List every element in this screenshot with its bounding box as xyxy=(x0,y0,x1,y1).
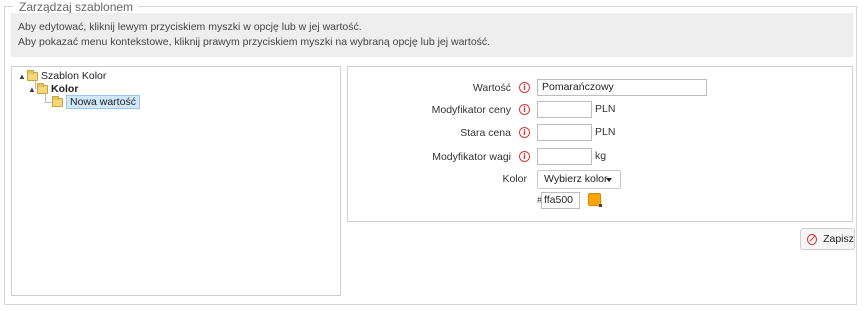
tree-node-root[interactable]: ▲ Szablon Kolor xyxy=(18,69,106,82)
info-box: Aby edytować, kliknij lewym przyciskiem … xyxy=(11,13,853,57)
tree-node-label[interactable]: Szablon Kolor xyxy=(41,70,106,82)
template-tree: ▲ Szablon Kolor ▲ Kolor Nowa wartość xyxy=(11,66,341,296)
folder-icon xyxy=(37,82,48,94)
info-line-1: Aby edytować, kliknij lewym przyciskiem … xyxy=(18,21,362,33)
save-icon xyxy=(807,233,818,245)
tree-node-nowa-wartosc[interactable]: Nowa wartość xyxy=(52,95,140,109)
info-icon[interactable]: i xyxy=(519,151,530,162)
tree-node-label[interactable]: Kolor xyxy=(51,83,78,95)
info-icon[interactable]: i xyxy=(519,127,530,138)
old-price-label: Stara cena xyxy=(460,127,511,139)
value-input[interactable]: Pomarańczowy xyxy=(537,79,707,96)
value-label: Wartość xyxy=(472,82,511,94)
tree-node-kolor[interactable]: ▲ Kolor xyxy=(28,82,78,95)
weight-modifier-input[interactable] xyxy=(537,148,592,165)
value-edit-panel: Wartość i Pomarańczowy Modyfikator ceny … xyxy=(347,66,853,222)
color-label: Kolor xyxy=(502,173,527,185)
save-button-label: Zapisz xyxy=(823,233,854,245)
tree-connector xyxy=(45,94,46,102)
fieldset-legend: Zarządzaj szablonem xyxy=(13,0,139,14)
dropdown-caret-icon xyxy=(606,178,612,182)
info-icon[interactable]: i xyxy=(519,82,530,93)
collapse-toggle-icon[interactable]: ▲ xyxy=(18,72,26,81)
weight-modifier-label: Modyfikator wagi xyxy=(432,151,511,163)
price-modifier-input[interactable] xyxy=(537,101,592,118)
collapse-toggle-icon[interactable]: ▲ xyxy=(28,85,36,94)
save-button[interactable]: Zapisz xyxy=(800,228,855,250)
price-unit: PLN xyxy=(595,103,616,115)
info-line-2: Aby pokazać menu kontekstowe, kliknij pr… xyxy=(18,36,491,48)
folder-icon xyxy=(27,69,38,81)
color-select-value: Wybierz kolor xyxy=(544,173,608,185)
color-swatch[interactable] xyxy=(588,193,602,207)
tree-node-label-selected[interactable]: Nowa wartość xyxy=(66,95,140,109)
old-price-input[interactable] xyxy=(537,124,592,141)
price-modifier-label: Modyfikator ceny xyxy=(431,104,511,116)
info-icon[interactable]: i xyxy=(519,104,530,115)
color-select[interactable]: Wybierz kolor xyxy=(537,170,621,189)
folder-icon xyxy=(52,95,63,107)
old-price-unit: PLN xyxy=(595,126,616,138)
color-hex-input[interactable]: ffa500 xyxy=(541,192,580,209)
weight-unit: kg xyxy=(595,150,607,162)
